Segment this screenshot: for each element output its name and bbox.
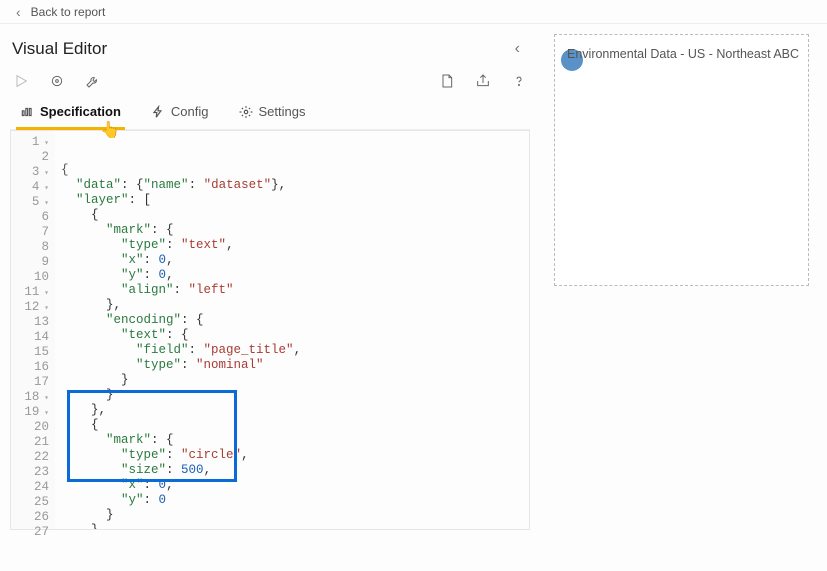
code-line[interactable]: "type": "nominal" — [61, 358, 529, 373]
gutter-line: 4 — [11, 180, 55, 195]
code-editor[interactable]: 1234567891011121314151617181920212223242… — [10, 130, 530, 530]
visual-preview: Environmental Data - US - Northeast ABC — [554, 34, 809, 286]
play-icon[interactable] — [12, 72, 30, 90]
code-line[interactable]: "field": "page_title", — [61, 343, 529, 358]
code-line[interactable]: { — [61, 418, 529, 433]
gutter-line: 19 — [11, 405, 55, 420]
tab-specification[interactable]: Specification — [16, 98, 125, 130]
code-line[interactable]: } — [61, 508, 529, 523]
preview-pane: Environmental Data - US - Northeast ABC — [540, 24, 827, 571]
code-line[interactable]: { — [61, 163, 529, 178]
code-line[interactable]: }, — [61, 403, 529, 418]
line-gutter: 1234567891011121314151617181920212223242… — [11, 131, 55, 529]
code-line[interactable]: "x": 0, — [61, 253, 529, 268]
gutter-line: 14 — [11, 330, 55, 345]
editor-pane: Visual Editor ‹ 👆 SpecificationConfigSet… — [0, 24, 540, 571]
gutter-line: 11 — [11, 285, 55, 300]
gutter-line: 2 — [11, 150, 55, 165]
gutter-line: 8 — [11, 240, 55, 255]
code-line[interactable]: } — [61, 523, 529, 529]
toolbar — [10, 72, 530, 98]
code-line[interactable]: "type": "circle", — [61, 448, 529, 463]
bolt-icon — [151, 105, 165, 119]
gutter-line: 1 — [11, 135, 55, 150]
wrench-icon[interactable] — [84, 72, 102, 90]
gutter-line: 6 — [11, 210, 55, 225]
gutter-line: 25 — [11, 495, 55, 510]
gutter-line: 18 — [11, 390, 55, 405]
new-doc-icon[interactable] — [438, 72, 456, 90]
editor-tabs: Specification Config Settings — [10, 98, 530, 130]
gear-icon — [239, 105, 253, 119]
gutter-line: 3 — [11, 165, 55, 180]
bars-icon — [20, 105, 34, 119]
target-icon[interactable] — [48, 72, 66, 90]
code-line[interactable]: } — [61, 373, 529, 388]
code-line[interactable]: "size": 500, — [61, 463, 529, 478]
gutter-line: 26 — [11, 510, 55, 525]
code-line[interactable]: "text": { — [61, 328, 529, 343]
share-icon[interactable] — [474, 72, 492, 90]
gutter-line: 20 — [11, 420, 55, 435]
gutter-line: 24 — [11, 480, 55, 495]
code-line[interactable]: "y": 0, — [61, 268, 529, 283]
code-line[interactable]: } — [61, 388, 529, 403]
top-bar: ‹ Back to report — [0, 0, 827, 24]
tab-settings[interactable]: Settings — [235, 98, 310, 130]
gutter-line: 17 — [11, 375, 55, 390]
tab-config[interactable]: Config — [147, 98, 213, 130]
code-line[interactable]: "encoding": { — [61, 313, 529, 328]
code-line[interactable]: "mark": { — [61, 433, 529, 448]
code-line[interactable]: { — [61, 208, 529, 223]
main-content: Visual Editor ‹ 👆 SpecificationConfigSet… — [0, 24, 827, 571]
code-line[interactable]: "align": "left" — [61, 283, 529, 298]
code-area[interactable]: { "data": {"name": "dataset"}, "layer": … — [55, 131, 529, 529]
gutter-line: 16 — [11, 360, 55, 375]
code-line[interactable]: "mark": { — [61, 223, 529, 238]
code-line[interactable]: "x": 0, — [61, 478, 529, 493]
collapse-chevron-icon[interactable]: ‹ — [507, 36, 528, 62]
code-line[interactable]: "type": "text", — [61, 238, 529, 253]
gutter-line: 23 — [11, 465, 55, 480]
page-title: Visual Editor — [12, 39, 107, 59]
code-line[interactable]: "data": {"name": "dataset"}, — [61, 178, 529, 193]
tab-label: Config — [171, 104, 209, 119]
back-to-report-link[interactable]: Back to report — [31, 5, 106, 19]
tab-label: Settings — [259, 104, 306, 119]
gutter-line: 13 — [11, 315, 55, 330]
code-line[interactable]: }, — [61, 298, 529, 313]
gutter-line: 7 — [11, 225, 55, 240]
back-chevron-icon[interactable]: ‹ — [16, 4, 21, 20]
title-row: Visual Editor ‹ — [10, 32, 530, 72]
gutter-line: 27 — [11, 525, 55, 540]
gutter-line: 22 — [11, 450, 55, 465]
help-icon[interactable] — [510, 72, 528, 90]
gutter-line: 21 — [11, 435, 55, 450]
gutter-line: 9 — [11, 255, 55, 270]
preview-text: Environmental Data - US - Northeast ABC — [567, 47, 799, 61]
gutter-line: 15 — [11, 345, 55, 360]
code-line[interactable]: "y": 0 — [61, 493, 529, 508]
gutter-line: 12 — [11, 300, 55, 315]
code-line[interactable]: "layer": [ — [61, 193, 529, 208]
gutter-line: 5 — [11, 195, 55, 210]
tab-label: Specification — [40, 104, 121, 119]
gutter-line: 10 — [11, 270, 55, 285]
